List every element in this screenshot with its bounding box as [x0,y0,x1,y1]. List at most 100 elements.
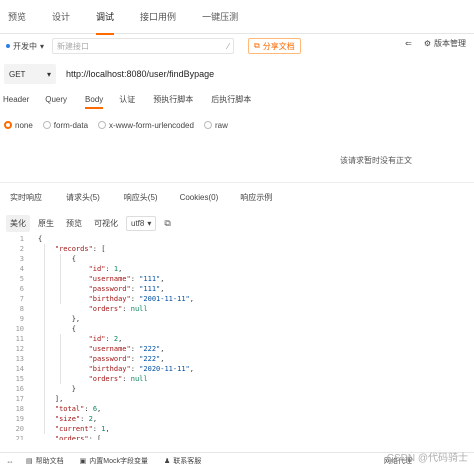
body-type-urlencoded[interactable]: x-www-form-urlencoded [98,121,194,130]
radio-icon [203,121,212,129]
code-line: 9 }, [0,314,474,324]
indent-guide [44,244,45,434]
code-text: "password": "222", [88,355,165,363]
code-text: "orders": [ [54,435,102,440]
panel-toggle-icon[interactable]: ⇔ [6,457,14,466]
body-type-raw[interactable]: raw [203,120,228,130]
magic-wand-icon[interactable]: ⁄ [228,42,229,51]
code-line: 2 "records": [ [0,244,474,254]
chevron-down-icon: ▾ [147,218,152,228]
encoding-select[interactable]: utf8 ▾ [126,215,157,231]
view-toolbar: 美化 原生 预览 可视化 utf8 ▾ ⧉ [0,214,474,232]
tab-load-test[interactable]: 一键压测 [202,0,238,34]
view-pretty-button[interactable]: 美化 [6,214,30,232]
code-text: { [38,255,76,263]
code-line: 10 { [0,324,474,334]
panel-divider [0,182,474,183]
code-line: 15 "orders": null [0,374,474,384]
mock-variables-link[interactable]: ▣ 内置Mock字段变量 [80,456,148,466]
code-line: 5 "username": "111", [0,274,474,284]
method-select[interactable]: GET ▾ [4,64,56,84]
code-text: "total": 6, [54,405,102,413]
response-body-viewer[interactable]: 1 {2 "records": [3 {4 "id": 1, 5 "username… [0,234,474,440]
view-visualize-button[interactable]: 可视化 [90,215,122,232]
code-text: "username": "111", [88,275,165,283]
interface-name-input[interactable]: 新建接口 ⁄ [52,38,235,54]
top-tab-bar: 预览 设计 调试 接口用例 一键压测 [0,0,474,35]
help-docs-label: 帮助文档 [35,458,64,465]
tab-response-headers[interactable]: 响应头(5) [124,192,158,203]
line-number: 20 [15,425,24,433]
body-type-none[interactable]: none [4,121,33,130]
no-body-message: 该请求暂时没有正文 [340,156,412,165]
url-input[interactable]: http://localhost:8080/user/findBypage [66,69,214,79]
tab-post-script[interactable]: 后执行脚本 [211,89,251,109]
body-type-form-data[interactable]: form-data [42,121,88,130]
tab-response-examples[interactable]: 响应示例 [240,192,272,203]
code-line: 14 "birthday": "2020-11-11", [0,364,474,374]
code-text: "birthday": "2020-11-11", [88,365,194,373]
tab-live-response[interactable]: 实时响应 [10,192,42,203]
book-icon: ▤ [26,458,33,465]
tab-preview[interactable]: 预览 [8,0,26,34]
interface-name-placeholder: 新建接口 [57,41,90,51]
line-number: 7 [19,295,24,303]
line-number: 15 [15,375,24,383]
contact-support-label: 联系客服 [173,458,202,465]
status-dot-icon [6,44,10,48]
tab-design[interactable]: 设计 [52,0,70,34]
code-line: 21 "orders": [ [0,434,474,440]
view-raw-button[interactable]: 原生 [34,215,58,232]
encoding-label: utf8 [131,218,145,228]
env-select[interactable]: 开发中 ▾ [6,41,44,52]
line-number: 1 [19,235,24,243]
format-icon[interactable]: ⇐ [405,39,412,48]
share-icon: ⧉ [254,41,260,50]
share-doc-button[interactable]: ⧉ 分享文档 [248,38,301,54]
code-line: 20 "current": 1, [0,424,474,434]
line-number: 4 [19,265,24,273]
request-tab-bar: Header Query Body 认证 预执行脚本 后执行脚本 [0,89,474,109]
tab-test-cases[interactable]: 接口用例 [140,0,176,34]
code-text: "id": 2, [88,335,123,343]
code-line: 19 "size": 2, [0,414,474,424]
body-type-raw-label: raw [214,120,228,130]
line-number: 6 [19,285,24,293]
code-line: 6 "password": "111", [0,284,474,294]
radio-selected-icon [4,121,12,129]
code-text: "username": "222", [88,345,165,353]
tab-pre-script[interactable]: 预执行脚本 [153,89,193,109]
tab-cookies[interactable]: Cookies(0) [180,193,219,202]
version-management-button[interactable]: ⚙ 版本管理 [424,38,466,49]
tab-debug[interactable]: 调试 [96,0,115,35]
mock-variables-label: 内置Mock字段变量 [89,458,148,465]
tab-query[interactable]: Query [45,89,67,109]
env-label: 开发中 [13,41,37,51]
line-number: 12 [15,345,24,353]
help-docs-link[interactable]: ▤ 帮助文档 [26,456,64,466]
tab-body[interactable]: Body [85,89,104,109]
code-line: 18 "total": 6, [0,404,474,414]
code-line: 13 "password": "222", [0,354,474,364]
line-number: 18 [15,405,24,413]
tab-header[interactable]: Header [3,89,29,109]
code-line: 12 "username": "222", [0,344,474,354]
method-label: GET [9,69,26,79]
body-type-group: none form-data x-www-form-urlencoded raw [0,117,474,133]
chevron-down-icon: ▾ [46,69,51,79]
code-text: { [38,235,43,243]
line-number: 9 [19,315,24,323]
body-type-urlencoded-label: x-www-form-urlencoded [109,120,194,130]
code-text: "id": 1, [88,265,123,273]
tab-auth[interactable]: 认证 [119,89,135,109]
code-line: 8 "orders": null [0,304,474,314]
tab-request-headers[interactable]: 请求头(5) [66,192,100,203]
line-number: 2 [19,245,24,253]
line-number: 3 [19,255,24,263]
view-preview-button[interactable]: 预览 [62,215,86,232]
indent-guide [60,254,61,304]
code-text: "size": 2, [54,415,98,423]
contact-support-link[interactable]: ♟ 联系客服 [164,456,201,466]
copy-icon[interactable]: ⧉ [164,218,170,229]
code-text: "current": 1, [54,425,110,433]
